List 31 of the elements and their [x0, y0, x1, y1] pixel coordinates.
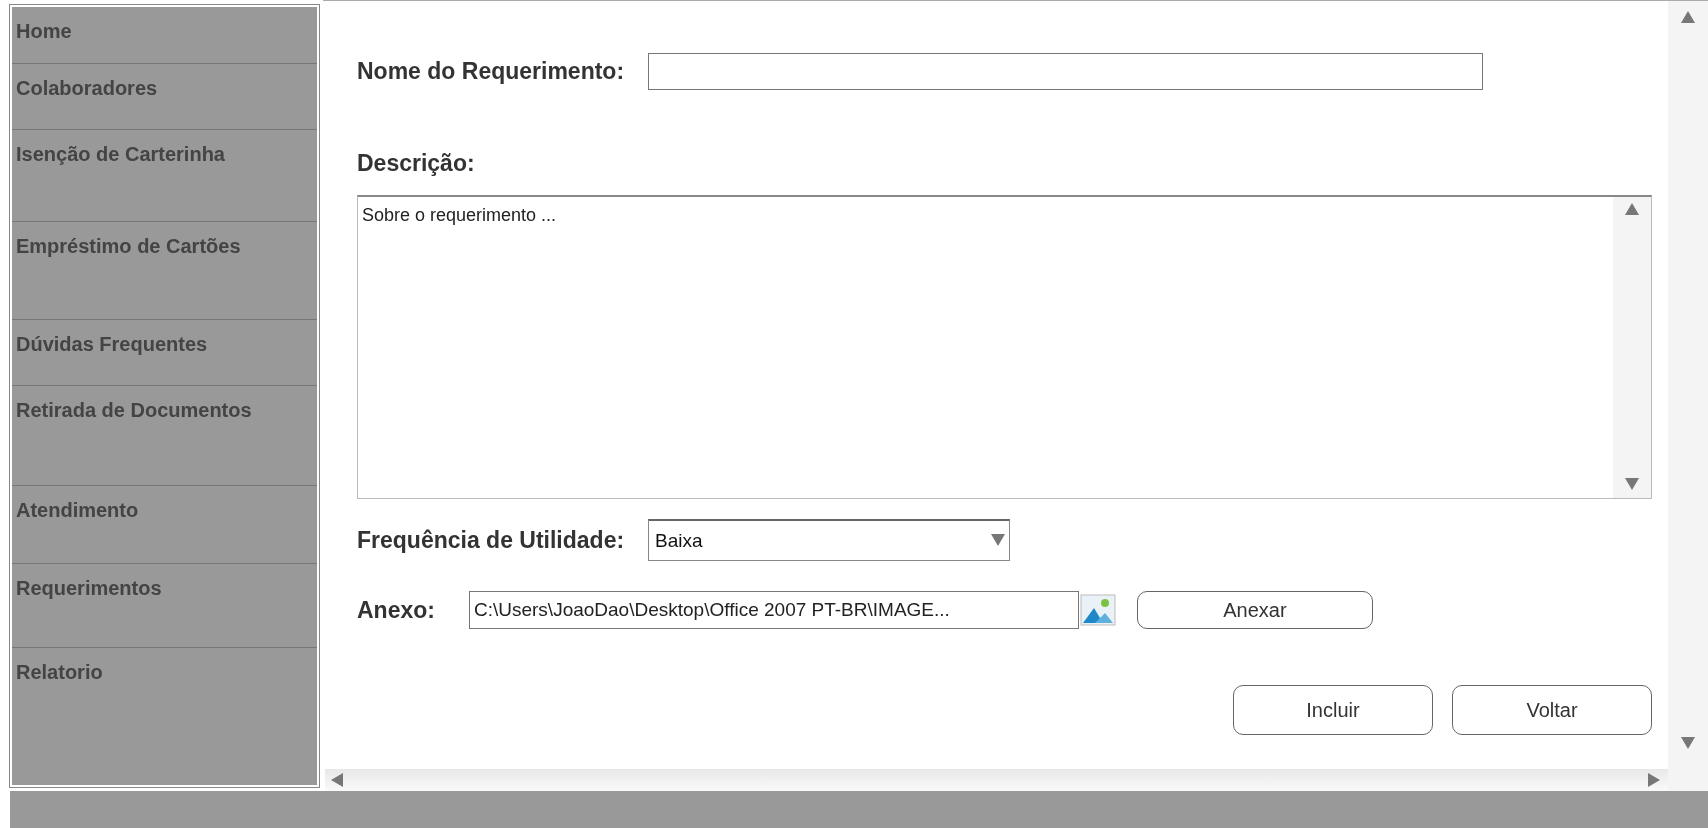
- sidebar-item[interactable]: Isenção de Carterinha: [12, 130, 317, 222]
- sidebar-item[interactable]: Relatorio: [12, 648, 317, 785]
- sidebar-item[interactable]: Dúvidas Frequentes: [12, 320, 317, 386]
- horizontal-scrollbar[interactable]: [325, 769, 1668, 791]
- field-label: Nome do Requerimento:: [357, 58, 625, 85]
- field-label: Frequência de Utilidade:: [357, 526, 625, 554]
- sidebar-item[interactable]: Colaboradores: [12, 64, 317, 130]
- field-label: Anexo:: [357, 596, 435, 624]
- text-area-value: Sobre o requerimento ...: [361, 204, 558, 227]
- vertical-scrollbar[interactable]: [1668, 1, 1708, 791]
- file-path-field[interactable]: C:\Users\JoaoDao\Desktop\Office 2007 PT-BR\IMAGE...: [468, 591, 1079, 629]
- text-area[interactable]: Sobre o requerimento ...: [357, 195, 1652, 499]
- sidebar-item[interactable]: Retirada de Documentos: [12, 386, 317, 486]
- scroll-down-icon[interactable]: [1625, 478, 1639, 492]
- caret-icon[interactable]: [991, 533, 1006, 548]
- sidebar-item[interactable]: Home: [12, 7, 317, 64]
- action-button[interactable]: Incluir: [1233, 685, 1433, 735]
- input-field[interactable]: [648, 53, 1484, 90]
- scroll-left-icon[interactable]: [331, 773, 345, 787]
- scroll-up-icon[interactable]: [1681, 11, 1695, 25]
- sidebar-item[interactable]: Requerimentos: [12, 564, 317, 648]
- scroll-down-icon[interactable]: [1681, 737, 1695, 751]
- field-label: Descrição:: [357, 150, 476, 177]
- action-button[interactable]: Voltar: [1452, 685, 1652, 735]
- scroll-right-icon[interactable]: [1648, 773, 1662, 787]
- attach-button[interactable]: Anexar: [1136, 591, 1373, 629]
- sidebar-item[interactable]: Empréstimo de Cartões: [12, 222, 317, 320]
- dropdown[interactable]: Baixa: [648, 519, 1011, 561]
- image-icon[interactable]: [1078, 592, 1117, 628]
- scroll-up-icon[interactable]: [1625, 203, 1639, 217]
- sidebar-item[interactable]: Atendimento: [12, 486, 317, 564]
